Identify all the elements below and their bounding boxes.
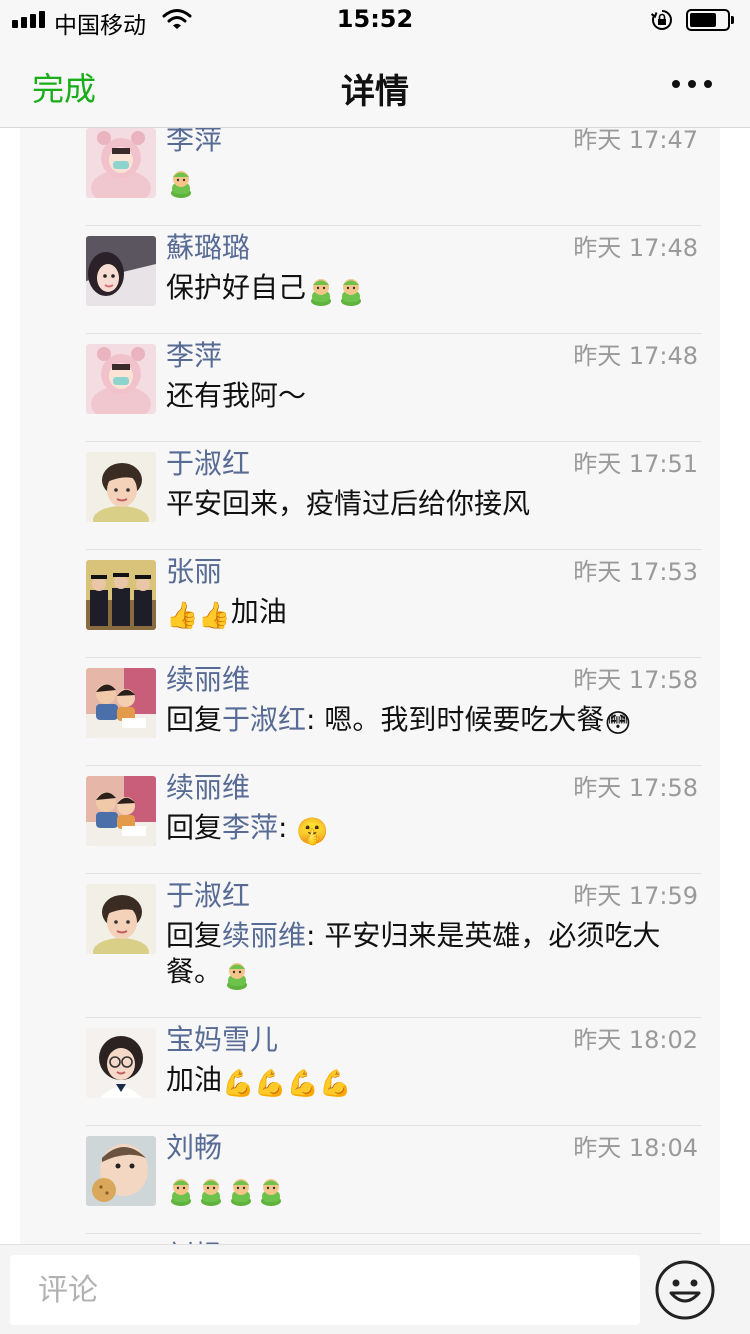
comment-row[interactable]: 刘畅 bbox=[20, 1234, 720, 1244]
battery-icon bbox=[686, 9, 734, 31]
content-area: 李萍 昨天 17:47 蘇璐璐 昨天 17:48 保护好自己 李萍 昨天 17:48 还有我阿… bbox=[0, 128, 750, 1244]
flexed-biceps-emoji-icon: 💪 bbox=[222, 1069, 255, 1099]
green-buddy-emoji-icon bbox=[306, 276, 336, 307]
comment-time: 昨天 17:51 bbox=[573, 450, 698, 478]
avatar[interactable] bbox=[86, 1028, 156, 1098]
comment-text: 回复李萍: 🤫 bbox=[166, 810, 706, 847]
comment-text: 回复续丽维: 平安归来是英雄，必须吃大餐。 bbox=[166, 918, 706, 991]
comment-text: 保护好自己 bbox=[166, 270, 706, 307]
flexed-biceps-emoji-icon: 💪 bbox=[319, 1069, 352, 1099]
blushing-emoji-icon: 😳 bbox=[604, 709, 632, 739]
comment-text bbox=[166, 162, 706, 199]
comment-row[interactable]: 宝妈雪儿 昨天 18:02 加油💪💪💪💪 bbox=[20, 1018, 720, 1126]
avatar[interactable] bbox=[86, 344, 156, 414]
comment-text: 平安回来，疫情过后给你接风 bbox=[166, 486, 706, 522]
green-buddy-emoji-icon bbox=[226, 1176, 256, 1207]
avatar[interactable] bbox=[86, 668, 156, 738]
reply-to-name[interactable]: 于淑红 bbox=[222, 703, 306, 736]
commenter-name[interactable]: 续丽维 bbox=[166, 658, 250, 698]
page-title: 详情 bbox=[341, 72, 409, 112]
avatar[interactable] bbox=[86, 236, 156, 306]
commenter-name[interactable]: 张丽 bbox=[166, 550, 222, 590]
commenter-name[interactable]: 宝妈雪儿 bbox=[166, 1018, 278, 1058]
comment-time: 昨天 18:04 bbox=[573, 1134, 698, 1162]
green-buddy-emoji-icon bbox=[336, 276, 366, 307]
green-buddy-emoji-icon bbox=[166, 168, 196, 199]
comment-time: 昨天 18:02 bbox=[573, 1026, 698, 1054]
flexed-biceps-emoji-icon: 💪 bbox=[286, 1069, 320, 1099]
comment-time: 昨天 17:58 bbox=[573, 774, 698, 802]
comment-text: 👍👍加油 bbox=[166, 594, 706, 631]
commenter-name[interactable]: 刘畅 bbox=[166, 1126, 222, 1166]
comment-text-segment: 加油 bbox=[230, 595, 287, 628]
nav-bar: 完成 详情 bbox=[0, 40, 750, 128]
green-buddy-emoji-icon bbox=[196, 1176, 226, 1207]
comment-text bbox=[166, 1170, 706, 1207]
comment-text-segment: 保护好自己 bbox=[166, 271, 307, 304]
comment-time: 昨天 17:47 bbox=[573, 128, 698, 154]
comment-text: 加油💪💪💪💪 bbox=[166, 1062, 706, 1099]
comment-text-segment: 加油 bbox=[166, 1063, 223, 1096]
comment-row[interactable]: 李萍 昨天 17:48 还有我阿～ bbox=[20, 334, 720, 442]
comment-row[interactable]: 张丽 昨天 17:53 👍👍加油 bbox=[20, 550, 720, 658]
comment-row[interactable]: 于淑红 昨天 17:59 回复续丽维: 平安归来是英雄，必须吃大餐。 bbox=[20, 874, 720, 1018]
comment-row[interactable]: 蘇璐璐 昨天 17:48 保护好自己 bbox=[20, 226, 720, 334]
comment-time: 昨天 17:58 bbox=[573, 666, 698, 694]
comment-row[interactable]: 李萍 昨天 17:47 bbox=[20, 128, 720, 226]
avatar[interactable] bbox=[86, 1136, 156, 1206]
comment-panel: 李萍 昨天 17:47 蘇璐璐 昨天 17:48 保护好自己 李萍 昨天 17:48 还有我阿… bbox=[20, 128, 720, 1244]
comment-time: 昨天 17:48 bbox=[573, 342, 698, 370]
shushing-emoji-icon: 🤫 bbox=[296, 817, 329, 847]
clock: 15:52 bbox=[336, 5, 414, 33]
green-buddy-emoji-icon bbox=[166, 1176, 196, 1207]
avatar[interactable] bbox=[86, 884, 156, 954]
comment-input[interactable] bbox=[10, 1255, 640, 1325]
reply-to-name[interactable]: 续丽维 bbox=[222, 919, 306, 952]
comment-time: 昨天 17:53 bbox=[573, 558, 698, 586]
comment-text-segment: 回复 bbox=[166, 919, 223, 952]
comment-text: 回复于淑红: 嗯。我到时候要吃大餐😳 bbox=[166, 702, 706, 739]
orientation-lock-icon bbox=[650, 10, 672, 30]
comment-time: 昨天 17:59 bbox=[573, 882, 698, 910]
avatar[interactable] bbox=[86, 452, 156, 522]
commenter-name[interactable]: 蘇璐璐 bbox=[166, 226, 250, 266]
thumbs-up-emoji-icon: 👍 bbox=[198, 601, 231, 631]
commenter-name[interactable]: 于淑红 bbox=[166, 442, 250, 482]
avatar[interactable] bbox=[86, 560, 156, 630]
comment-input-bar bbox=[0, 1244, 750, 1334]
green-buddy-emoji-icon bbox=[222, 960, 252, 991]
commenter-name[interactable]: 李萍 bbox=[166, 334, 222, 374]
commenter-name[interactable]: 续丽维 bbox=[166, 766, 250, 806]
comment-text-segment: : bbox=[278, 811, 297, 844]
commenter-name[interactable]: 刘畅 bbox=[166, 1234, 222, 1244]
comment-text: 还有我阿～ bbox=[166, 378, 706, 414]
comment-row[interactable]: 于淑红 昨天 17:51 平安回来，疫情过后给你接风 bbox=[20, 442, 720, 550]
avatar[interactable] bbox=[86, 776, 156, 846]
comment-text-segment: 回复 bbox=[166, 703, 223, 736]
comment-text-segment: 回复 bbox=[166, 811, 223, 844]
comment-row[interactable]: 刘畅 昨天 18:04 bbox=[20, 1126, 720, 1234]
more-options-icon[interactable] bbox=[672, 80, 712, 88]
flexed-biceps-emoji-icon: 💪 bbox=[254, 1069, 287, 1099]
comment-text-segment: 平安回来，疫情过后给你接风 bbox=[166, 487, 531, 520]
avatar[interactable] bbox=[86, 128, 156, 198]
thumbs-up-emoji-icon: 👍 bbox=[166, 601, 199, 631]
commenter-name[interactable]: 李萍 bbox=[166, 128, 222, 158]
comment-row[interactable]: 续丽维 昨天 17:58 回复于淑红: 嗯。我到时候要吃大餐😳 bbox=[20, 658, 720, 766]
smiley-face-icon[interactable] bbox=[654, 1259, 716, 1321]
reply-to-name[interactable]: 李萍 bbox=[222, 811, 278, 844]
comment-row[interactable]: 续丽维 昨天 17:58 回复李萍: 🤫 bbox=[20, 766, 720, 874]
comment-text-segment: 还有我阿～ bbox=[166, 379, 307, 412]
comment-text-segment: : 嗯。我到时候要吃大餐 bbox=[306, 703, 605, 736]
comment-time: 昨天 17:48 bbox=[573, 234, 698, 262]
status-bar: 中国移动 15:52 bbox=[0, 0, 750, 40]
commenter-name[interactable]: 于淑红 bbox=[166, 874, 250, 914]
green-buddy-emoji-icon bbox=[256, 1176, 286, 1207]
